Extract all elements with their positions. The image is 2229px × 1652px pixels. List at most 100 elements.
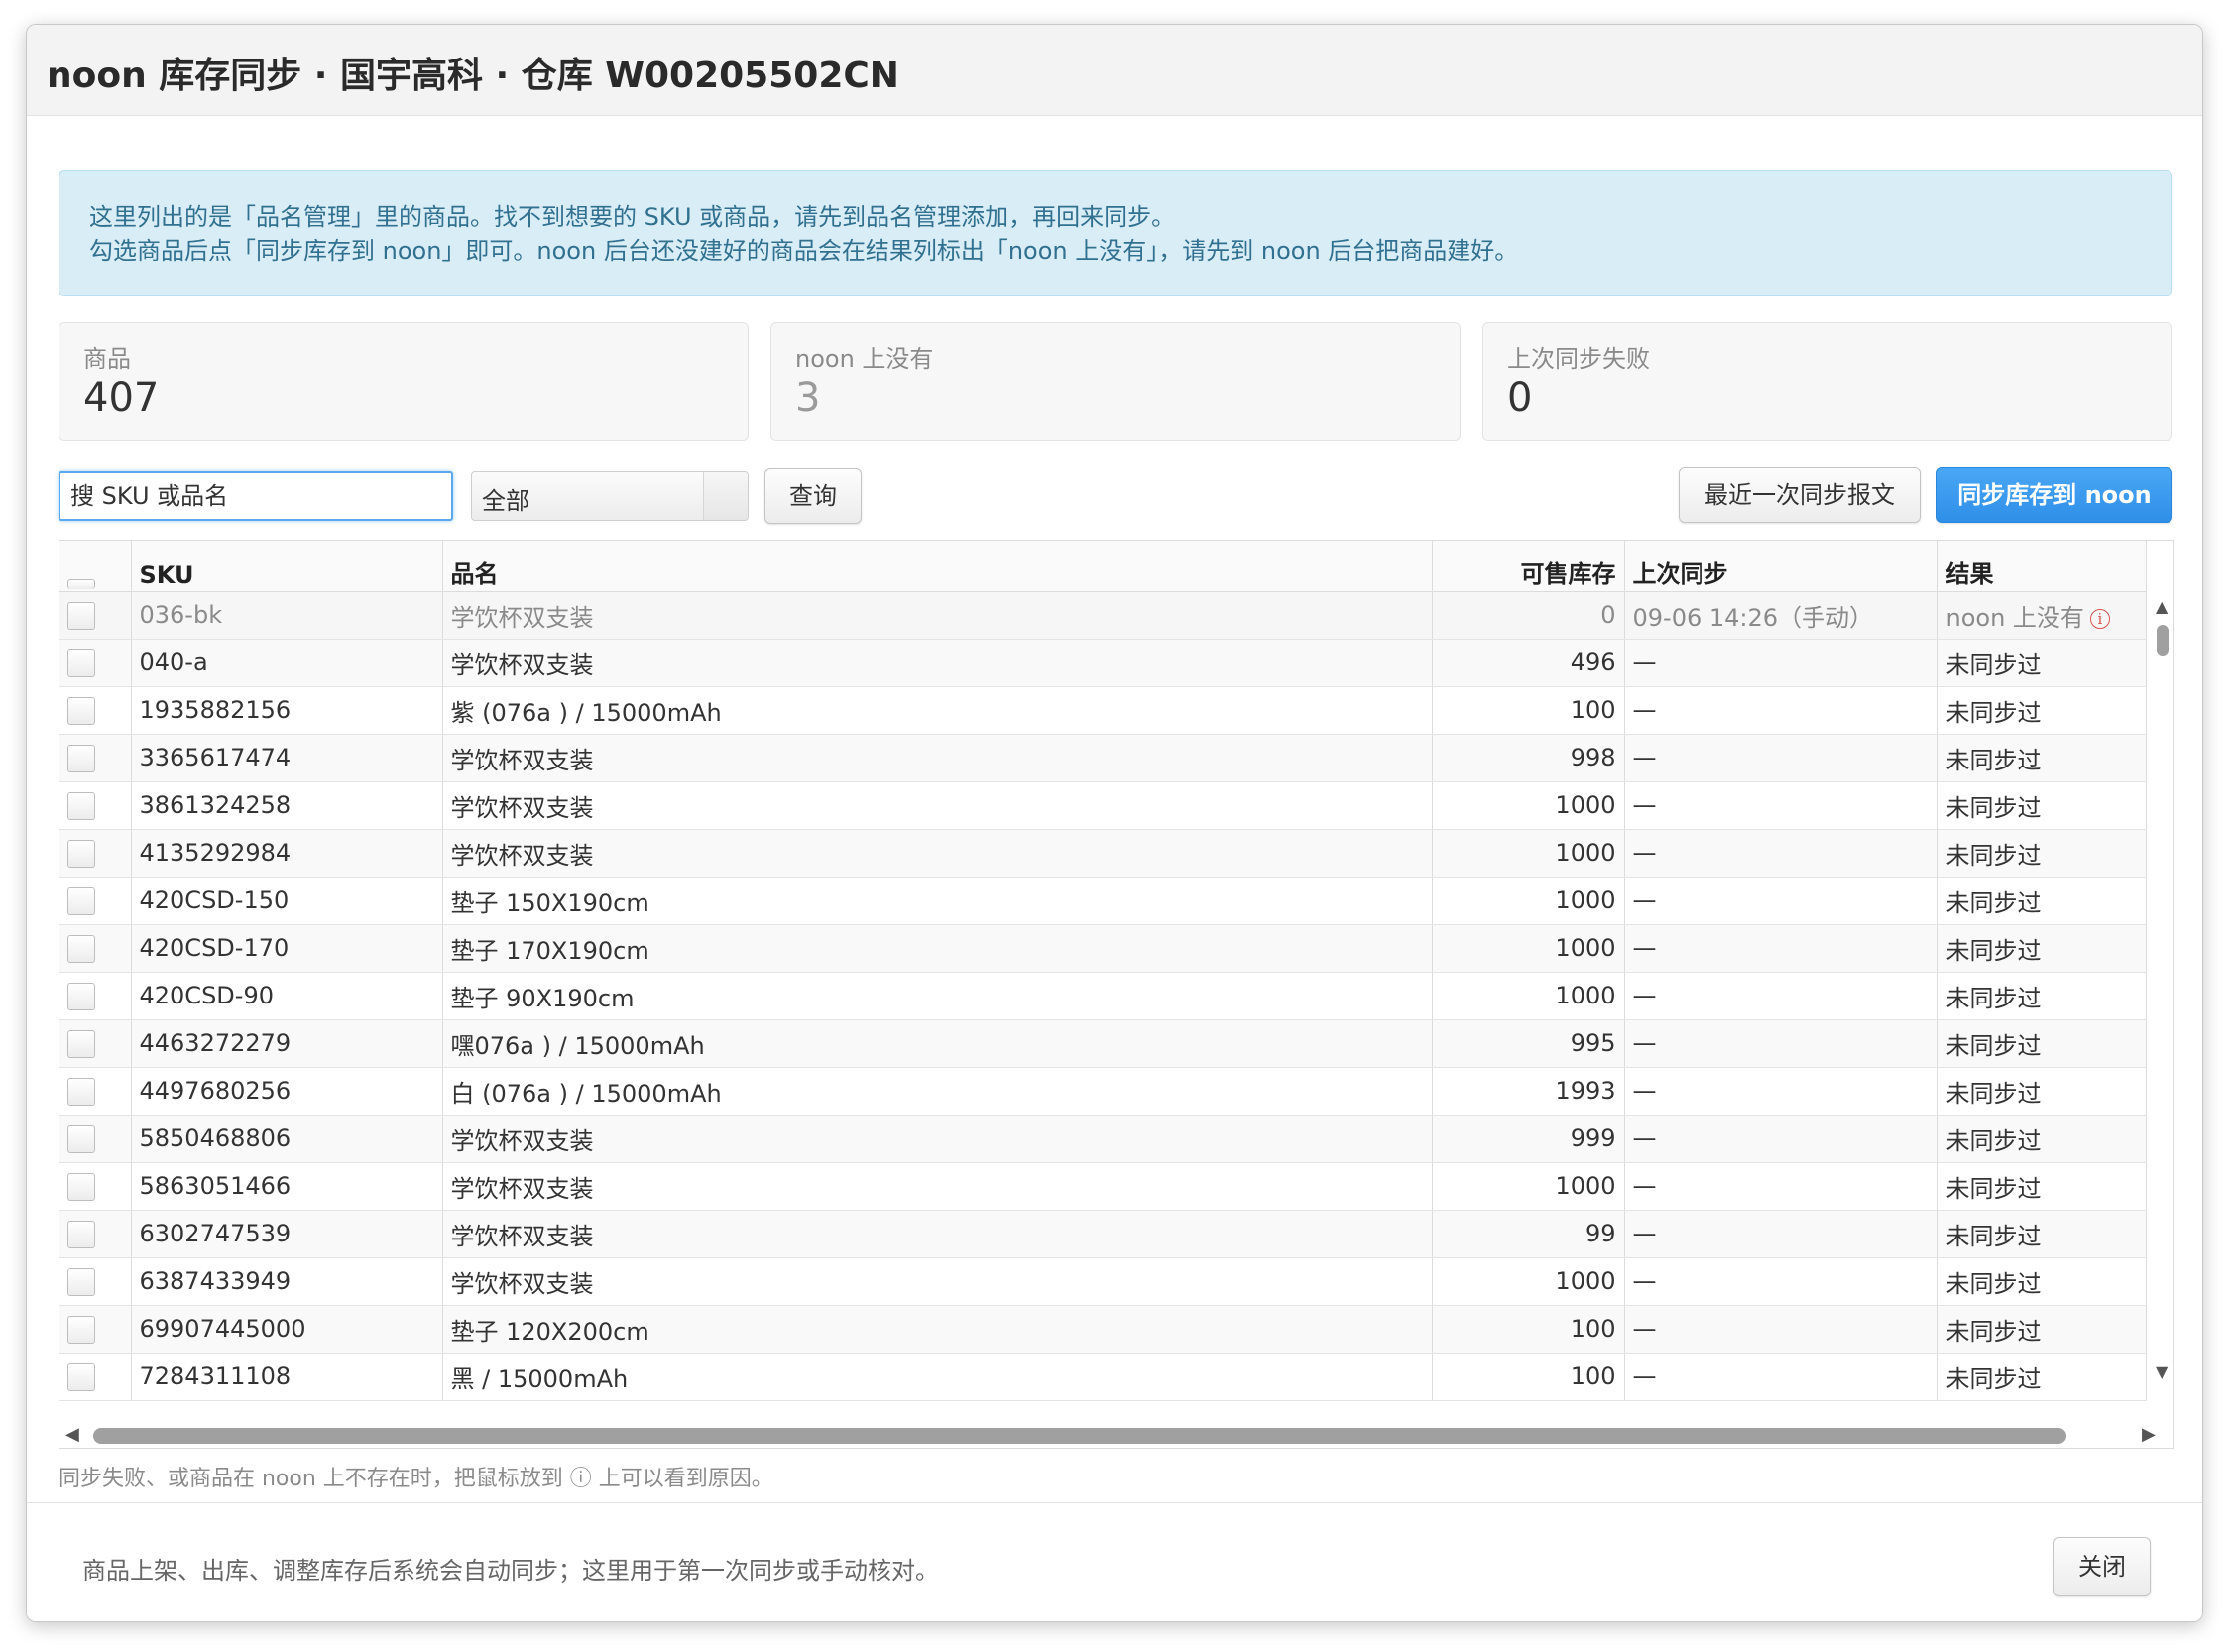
cell-name: 白 (076a ) / 15000mAh: [442, 1067, 1433, 1116]
row-select-cell[interactable]: [59, 1257, 132, 1306]
table-row[interactable]: 036-bk 学饮杯双支装 0 09-06 14:26（手动） noon 上没有 i: [59, 591, 2147, 640]
row-checkbox[interactable]: [67, 1315, 95, 1344]
row-checkbox[interactable]: [67, 601, 95, 630]
dialog-title: noon 库存同步 · 国宇高科 · 仓库 W00205502CN: [47, 56, 899, 96]
cell-result: 未同步过: [1937, 1019, 2147, 1068]
cell-stock: 995: [1432, 1019, 1625, 1068]
row-checkbox[interactable]: [67, 886, 95, 915]
table-row[interactable]: 420CSD-150 垫子 150X190cm 1000— 未同步过: [59, 877, 2147, 925]
scroll-right-icon[interactable]: ▶: [2142, 1424, 2156, 1445]
sync-stock-button[interactable]: 同步库存到 noon: [1936, 467, 2172, 523]
row-checkbox[interactable]: [67, 1029, 95, 1058]
stat-products: 商品 407: [59, 322, 749, 441]
close-button[interactable]: 关闭: [2053, 1537, 2151, 1596]
vertical-scrollbar[interactable]: ▲ ▼: [2152, 593, 2173, 1386]
row-select-cell[interactable]: [59, 1162, 132, 1211]
last-sync-report-button[interactable]: 最近一次同步报文: [1679, 467, 1921, 523]
row-checkbox[interactable]: [67, 1267, 95, 1296]
cell-last-sync: —: [1624, 1305, 1938, 1354]
row-checkbox[interactable]: [67, 934, 95, 963]
row-select-cell[interactable]: [59, 972, 132, 1020]
row-select-cell[interactable]: [59, 781, 132, 830]
row-select-cell[interactable]: [59, 924, 132, 973]
scroll-down-icon[interactable]: ▼: [2156, 1362, 2168, 1381]
row-select-cell[interactable]: [59, 877, 132, 925]
search-input[interactable]: [59, 471, 453, 521]
table-row[interactable]: 420CSD-90 垫子 90X190cm 1000— 未同步过: [59, 972, 2147, 1020]
scroll-left-icon[interactable]: ◀: [65, 1424, 79, 1445]
row-checkbox[interactable]: [67, 791, 95, 820]
result-text: 未同步过: [1945, 888, 2042, 917]
table-row[interactable]: 5863051466 学饮杯双支装 1000— 未同步过: [59, 1162, 2147, 1211]
stat-value: 0: [1507, 375, 1533, 420]
table-row[interactable]: 6387433949 学饮杯双支装 1000— 未同步过: [59, 1257, 2147, 1306]
result-text: 未同步过: [1945, 1269, 2042, 1298]
row-select-cell[interactable]: [59, 829, 132, 878]
table-row[interactable]: 3365617474 学饮杯双支装 998— 未同步过: [59, 734, 2147, 782]
row-select-cell[interactable]: [59, 1305, 132, 1354]
select-all-header[interactable]: [59, 541, 132, 592]
row-checkbox[interactable]: [67, 1172, 95, 1201]
row-select-cell[interactable]: [59, 1019, 132, 1068]
cell-stock: 1000: [1432, 781, 1625, 830]
cell-last-sync: 09-06 14:26（手动）: [1624, 591, 1938, 640]
cell-sku: 5863051466: [131, 1162, 443, 1211]
cell-stock: 1000: [1432, 972, 1625, 1020]
cell-sku: 3861324258: [131, 781, 443, 830]
col-name: 品名: [442, 541, 1433, 592]
cell-sku: 7284311108: [131, 1353, 443, 1401]
col-sku: SKU: [131, 541, 443, 592]
scroll-up-icon[interactable]: ▲: [2156, 597, 2168, 616]
cell-name: 黑 / 15000mAh: [442, 1353, 1433, 1401]
row-checkbox[interactable]: [67, 1220, 95, 1248]
row-select-cell[interactable]: [59, 1115, 132, 1163]
table-row[interactable]: 5850468806 学饮杯双支装 999— 未同步过: [59, 1115, 2147, 1163]
filter-select-value: 全部: [482, 487, 529, 515]
cell-last-sync: —: [1624, 1257, 1938, 1306]
query-button[interactable]: 查询: [764, 468, 862, 524]
cell-stock: 0: [1432, 591, 1625, 640]
cell-last-sync: —: [1624, 877, 1938, 925]
cell-last-sync: —: [1624, 686, 1938, 735]
row-select-cell[interactable]: [59, 1210, 132, 1258]
row-select-cell[interactable]: [59, 1067, 132, 1116]
table-row[interactable]: 69907445000 垫子 120X200cm 100— 未同步过: [59, 1305, 2147, 1354]
row-select-cell[interactable]: [59, 591, 132, 640]
cell-stock: 1000: [1432, 877, 1625, 925]
cell-result: 未同步过: [1937, 877, 2147, 925]
row-select-cell[interactable]: [59, 734, 132, 782]
table-row[interactable]: 7284311108 黑 / 15000mAh 100— 未同步过: [59, 1353, 2147, 1401]
cell-last-sync: —: [1624, 829, 1938, 878]
row-select-cell[interactable]: [59, 686, 132, 735]
table-row[interactable]: 1935882156 紫 (076a ) / 15000mAh 100— 未同步过: [59, 686, 2147, 735]
filter-select[interactable]: 全部: [471, 471, 749, 521]
table-row[interactable]: 6302747539 学饮杯双支装 99— 未同步过: [59, 1210, 2147, 1258]
result-text: 未同步过: [1945, 1222, 2042, 1250]
row-select-cell[interactable]: [59, 639, 132, 687]
table-row[interactable]: 3861324258 学饮杯双支装 1000— 未同步过: [59, 781, 2147, 830]
table-row[interactable]: 4497680256 白 (076a ) / 15000mAh 1993— 未同步过: [59, 1067, 2147, 1116]
select-all-checkbox[interactable]: [67, 578, 95, 589]
table-row[interactable]: 420CSD-170 垫子 170X190cm 1000— 未同步过: [59, 924, 2147, 973]
row-checkbox[interactable]: [67, 839, 95, 868]
row-checkbox[interactable]: [67, 696, 95, 725]
row-checkbox[interactable]: [67, 744, 95, 772]
table-row[interactable]: 4135292984 学饮杯双支装 1000— 未同步过: [59, 829, 2147, 878]
row-checkbox[interactable]: [67, 1362, 95, 1391]
cell-stock: 998: [1432, 734, 1625, 782]
table-row[interactable]: 040-a 学饮杯双支装 496— 未同步过: [59, 639, 2147, 687]
horizontal-scrollbar[interactable]: ◀ ▶: [59, 1422, 2173, 1448]
cell-sku: 420CSD-150: [131, 877, 443, 925]
info-icon[interactable]: i: [2089, 608, 2110, 629]
row-checkbox[interactable]: [67, 649, 95, 677]
cell-stock: 1000: [1432, 1257, 1625, 1306]
row-select-cell[interactable]: [59, 1353, 132, 1401]
row-checkbox[interactable]: [67, 1077, 95, 1106]
horizontal-scroll-thumb[interactable]: [93, 1428, 2066, 1444]
table-row[interactable]: 4463272279 嘿076a ) / 15000mAh 995— 未同步过: [59, 1019, 2147, 1068]
row-checkbox[interactable]: [67, 1124, 95, 1153]
row-checkbox[interactable]: [67, 982, 95, 1010]
cell-last-sync: —: [1624, 1353, 1938, 1401]
stat-value: 3: [795, 375, 821, 420]
vertical-scroll-thumb[interactable]: [2157, 625, 2169, 656]
